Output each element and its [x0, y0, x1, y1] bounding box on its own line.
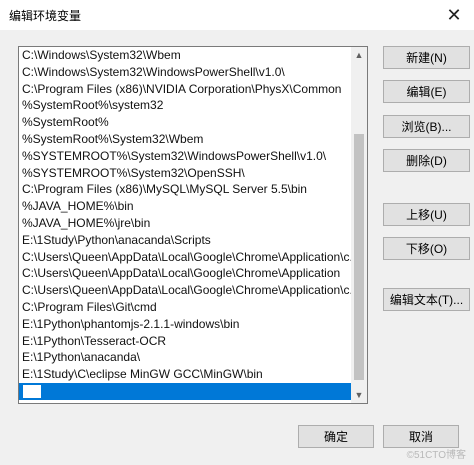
- path-list-item[interactable]: %SystemRoot%\System32\Wbem: [19, 131, 352, 148]
- vertical-scrollbar[interactable]: ▲ ▼: [351, 47, 367, 403]
- path-list-item[interactable]: C:\Program Files (x86)\NVIDIA Corporatio…: [19, 81, 352, 98]
- ok-button[interactable]: 确定: [298, 425, 374, 448]
- path-list-item[interactable]: C:\Users\Queen\AppData\Local\Google\Chro…: [19, 265, 352, 282]
- new-button[interactable]: 新建(N): [383, 46, 470, 69]
- move-down-button[interactable]: 下移(O): [383, 237, 470, 260]
- window-title: 编辑环境变量: [9, 9, 82, 23]
- path-list-item[interactable]: %SystemRoot%\system32: [19, 97, 352, 114]
- edit-button[interactable]: 编辑(E): [383, 80, 470, 103]
- path-list-item[interactable]: C:\Windows\System32\WindowsPowerShell\v1…: [19, 64, 352, 81]
- scroll-down-icon[interactable]: ▼: [351, 387, 367, 403]
- watermark: ©51CTO博客: [406, 450, 466, 461]
- path-list-item[interactable]: E:\1Study\Python\anacanda\Scripts: [19, 232, 352, 249]
- path-list-item[interactable]: C:\Program Files (x86)\MySQL\MySQL Serve…: [19, 181, 352, 198]
- path-list-rows: C:\Windows\System32\Wbem C:\Windows\Syste…: [19, 47, 352, 400]
- path-list-item[interactable]: E:\1Python\Tesseract-OCR: [19, 333, 352, 350]
- path-list[interactable]: C:\Windows\System32\Wbem C:\Windows\Syste…: [18, 46, 368, 404]
- title-bar: 编辑环境变量 ✕: [0, 0, 474, 30]
- scrollbar-thumb[interactable]: [354, 134, 364, 380]
- edit-text-button[interactable]: 编辑文本(T)...: [383, 288, 470, 311]
- path-list-item[interactable]: C:\Program Files\Git\cmd: [19, 299, 352, 316]
- path-list-item[interactable]: C:\Users\Queen\AppData\Local\Google\Chro…: [19, 282, 352, 299]
- move-up-button[interactable]: 上移(U): [383, 203, 470, 226]
- path-list-item[interactable]: %JAVA_HOME%\jre\bin: [19, 215, 352, 232]
- delete-button[interactable]: 删除(D): [383, 149, 470, 172]
- path-list-item[interactable]: C:\Users\Queen\AppData\Local\Google\Chro…: [19, 249, 352, 266]
- scroll-up-icon[interactable]: ▲: [351, 47, 367, 63]
- close-button[interactable]: ✕: [434, 0, 474, 30]
- browse-button[interactable]: 浏览(B)...: [383, 115, 470, 138]
- close-icon: ✕: [446, 4, 462, 25]
- path-list-item[interactable]: %SystemRoot%: [19, 114, 352, 131]
- path-list-item-new[interactable]: [19, 382, 352, 400]
- path-list-item[interactable]: E:\1Python\phantomjs-2.1.1-windows\bin: [19, 316, 352, 333]
- path-list-item[interactable]: E:\1Python\anacanda\: [19, 349, 352, 366]
- path-list-item[interactable]: %SYSTEMROOT%\System32\WindowsPowerShell\…: [19, 148, 352, 165]
- path-list-item[interactable]: %JAVA_HOME%\bin: [19, 198, 352, 215]
- path-list-item[interactable]: E:\1Study\C\eclipse MinGW GCC\MinGW\bin: [19, 366, 352, 383]
- new-path-edit-field[interactable]: [22, 383, 42, 399]
- dialog-body: C:\Windows\System32\Wbem C:\Windows\Syste…: [0, 30, 474, 465]
- cancel-button[interactable]: 取消: [383, 425, 459, 448]
- path-list-item[interactable]: %SYSTEMROOT%\System32\OpenSSH\: [19, 165, 352, 182]
- path-list-item[interactable]: C:\Windows\System32\Wbem: [19, 47, 352, 64]
